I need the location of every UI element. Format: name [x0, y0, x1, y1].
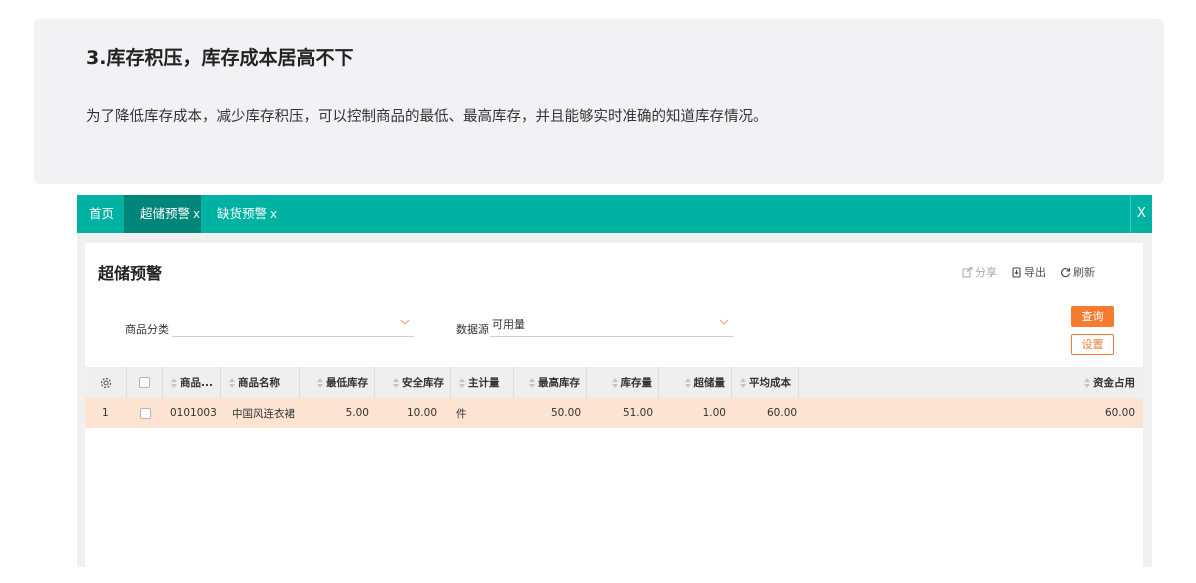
settings-button[interactable]: 设置 — [1071, 334, 1114, 355]
query-button[interactable]: 查询 — [1071, 306, 1114, 327]
refresh-icon — [1061, 267, 1071, 277]
cell-safe-stock: 10.00 — [406, 407, 437, 419]
share-label: 分享 — [975, 266, 997, 279]
page-title: 超储预警 — [98, 264, 163, 283]
select-all-cell — [127, 367, 163, 398]
cell-code: 0101003 — [170, 407, 217, 419]
tab-shortage-label: 缺货预警 — [217, 206, 268, 221]
sort-icon — [611, 377, 618, 388]
chevron-down-icon — [400, 319, 410, 325]
tab-home[interactable]: 首页 — [89, 195, 114, 233]
cell-unit: 件 — [456, 407, 467, 420]
col-max-stock-label: 最高库存 — [538, 377, 580, 389]
source-label: 数据源 — [456, 323, 489, 336]
table-header: 商品... 商品名称 最低库存 安全库存 主计量 最高库存 库存量 超储量 平均… — [85, 367, 1143, 398]
refresh-button[interactable]: 刷新 — [1060, 264, 1095, 280]
tab-overstock-alert[interactable]: 超储预警 x — [124, 195, 201, 233]
feature-description: 为了降低库存成本，减少库存积压，可以控制商品的最低、最高库存，并且能够实时准确的… — [86, 109, 768, 125]
tab-shortage-alert[interactable]: 缺货预警 x — [217, 195, 277, 233]
category-label: 商品分类 — [125, 323, 169, 336]
sort-icon — [1084, 377, 1090, 388]
col-max-stock[interactable]: 最高库存 — [514, 367, 587, 398]
col-avg-cost[interactable]: 平均成本 — [732, 367, 799, 398]
sort-icon — [393, 377, 399, 388]
chevron-down-icon — [719, 319, 729, 325]
tab-home-label: 首页 — [89, 206, 115, 221]
cell-stock: 51.00 — [622, 407, 653, 419]
row-checkbox[interactable] — [139, 407, 151, 419]
source-select[interactable]: 可用量 — [490, 317, 733, 337]
cell-overstock: 1.00 — [702, 407, 726, 419]
sort-icon — [459, 377, 465, 388]
sort-icon — [229, 377, 235, 388]
col-code[interactable]: 商品... — [163, 367, 221, 398]
col-capital-label: 资金占用 — [1093, 377, 1135, 389]
col-overstock-label: 超储量 — [693, 377, 726, 389]
export-icon — [1012, 266, 1021, 278]
col-name-label: 商品名称 — [238, 377, 280, 389]
tab-overstock-label: 超储预警 — [140, 206, 191, 221]
main-panel: 超储预警 分享 导出 刷新 商品分类 数据源 可用量 查询 设置 商品... 商… — [85, 243, 1143, 567]
col-stock[interactable]: 库存量 — [587, 367, 659, 398]
column-settings-button[interactable] — [85, 367, 127, 398]
select-all-checkbox[interactable] — [139, 377, 150, 388]
share-icon — [962, 266, 973, 277]
col-code-label: 商品... — [180, 377, 213, 389]
refresh-label: 刷新 — [1073, 266, 1095, 279]
col-stock-label: 库存量 — [620, 377, 653, 389]
cell-max-stock: 50.00 — [550, 407, 581, 419]
cell-name: 中国风连衣裙 — [232, 407, 295, 420]
cell-avg-cost: 60.00 — [767, 407, 798, 419]
feature-title: 3.库存积压，库存成本居高不下 — [86, 47, 354, 69]
row-select-cell — [127, 398, 163, 428]
sort-icon — [684, 377, 691, 388]
toolbar: 分享 导出 刷新 — [962, 264, 1095, 280]
sort-icon — [529, 377, 535, 388]
cell-min-stock: 5.00 — [345, 407, 369, 419]
export-button[interactable]: 导出 — [1011, 264, 1046, 280]
col-safe-stock-label: 安全库存 — [402, 377, 444, 389]
cell-capital: 60.00 — [1104, 407, 1135, 419]
export-label: 导出 — [1024, 266, 1046, 279]
col-unit-label: 主计量 — [468, 377, 500, 389]
feature-card: 3.库存积压，库存成本居高不下 为了降低库存成本，减少库存积压，可以控制商品的最… — [34, 19, 1164, 184]
col-safe-stock[interactable]: 安全库存 — [375, 367, 451, 398]
col-name[interactable]: 商品名称 — [221, 367, 300, 398]
data-table: 商品... 商品名称 最低库存 安全库存 主计量 最高库存 库存量 超储量 平均… — [85, 367, 1143, 428]
source-value: 可用量 — [492, 318, 525, 331]
col-overstock[interactable]: 超储量 — [659, 367, 732, 398]
sort-icon — [171, 377, 177, 388]
table-row[interactable]: 1 0101003 中国风连衣裙 5.00 10.00 件 50.00 51.0… — [85, 398, 1143, 428]
tab-bar: 首页 超储预警 x 缺货预警 x X — [77, 195, 1152, 233]
sort-icon — [317, 377, 323, 388]
sort-icon — [740, 377, 746, 388]
category-select[interactable] — [172, 317, 414, 337]
gear-icon — [100, 377, 111, 388]
app-window: 首页 超储预警 x 缺货预警 x X 超储预警 分享 导出 刷新 商品分类 数据… — [77, 195, 1152, 567]
col-avg-cost-label: 平均成本 — [749, 377, 791, 389]
col-capital[interactable]: 资金占用 — [799, 367, 1143, 398]
close-icon[interactable]: x — [270, 207, 277, 221]
window-close-button[interactable]: X — [1130, 195, 1152, 233]
col-min-stock[interactable]: 最低库存 — [300, 367, 375, 398]
col-unit[interactable]: 主计量 — [451, 367, 514, 398]
row-index: 1 — [102, 407, 109, 419]
close-icon[interactable]: x — [193, 207, 200, 221]
share-button[interactable]: 分享 — [962, 264, 997, 280]
col-min-stock-label: 最低库存 — [326, 377, 368, 389]
